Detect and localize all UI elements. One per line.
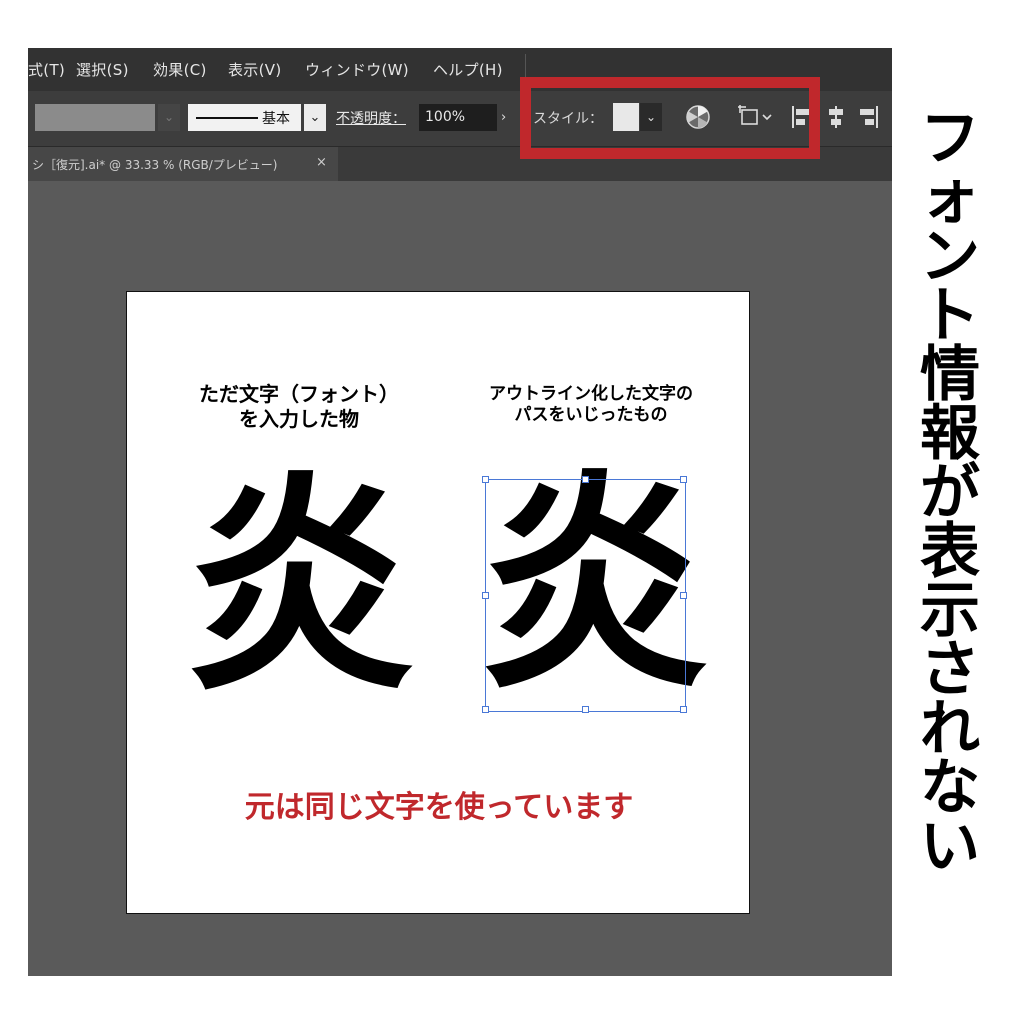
selection-handle-right[interactable] <box>680 592 687 599</box>
menu-item-type[interactable]: 式(T) <box>28 59 65 80</box>
caption-outlined-path: アウトライン化した文字の パスをいじったもの <box>441 384 741 427</box>
selection-handle-bottom-left[interactable] <box>482 706 489 713</box>
selection-handle-top-right[interactable] <box>680 476 687 483</box>
selection-handle-top-left[interactable] <box>482 476 489 483</box>
highlight-annotation-box <box>520 77 820 159</box>
side-title-char: 示 <box>920 576 980 646</box>
opacity-arrow-button[interactable]: › <box>501 104 515 131</box>
side-title-char: い <box>920 812 980 882</box>
caption-original-font: ただ文字（フォント） を入力した物 <box>149 382 449 432</box>
menu-item-help[interactable]: ヘルプ(H) <box>433 59 503 80</box>
side-title-char: が <box>920 458 980 528</box>
opacity-input[interactable]: 100% <box>419 104 497 131</box>
menu-item-window[interactable]: ウィンドウ(W) <box>305 59 409 80</box>
selection-bounding-box[interactable] <box>482 476 687 713</box>
menu-item-select[interactable]: 選択(S) <box>76 59 129 80</box>
caption-line: を入力した物 <box>239 407 359 431</box>
selection-handle-bottom[interactable] <box>582 706 589 713</box>
vertical-side-title: フ ォ ン ト 情 報 が 表 示 さ れ な い <box>900 104 1000 970</box>
artboard: ただ文字（フォント） を入力した物 アウトライン化した文字の パスをいじったもの… <box>126 291 750 914</box>
document-tab[interactable]: シ［復元].ai* @ 33.33 % (RGB/プレビュー) × <box>28 147 338 181</box>
side-title-char: ン <box>920 222 980 292</box>
stroke-profile-label: 基本 <box>262 111 290 127</box>
selection-handle-bottom-right[interactable] <box>680 706 687 713</box>
fill-color-field[interactable] <box>35 104 155 131</box>
side-title-char: フ <box>920 104 980 174</box>
side-title-char: さ <box>920 635 980 705</box>
caption-line: アウトライン化した文字の <box>489 384 693 404</box>
side-title-char: 情 <box>920 340 980 410</box>
align-horizontal-center-icon[interactable] <box>824 104 848 130</box>
side-title-char: 報 <box>920 399 980 469</box>
side-title-char: ォ <box>920 163 980 233</box>
same-character-note: 元は同じ文字を使っています <box>244 790 634 825</box>
side-title-char: れ <box>920 694 980 764</box>
fill-dropdown-button[interactable]: ⌄ <box>158 104 180 131</box>
stroke-profile-select[interactable]: 基本 <box>188 104 301 131</box>
side-title-char: 表 <box>920 517 980 587</box>
caption-line: ただ文字（フォント） <box>199 382 399 406</box>
stroke-preview-line <box>196 117 258 119</box>
align-right-icon[interactable] <box>856 104 880 130</box>
opacity-label[interactable]: 不透明度： <box>336 108 406 128</box>
document-tab-title: シ［復元].ai* @ 33.33 % (RGB/プレビュー) <box>32 158 278 172</box>
side-title-char: な <box>920 753 980 823</box>
caption-line: パスをいじったもの <box>514 405 668 426</box>
selection-handle-left[interactable] <box>482 592 489 599</box>
menu-item-effect[interactable]: 効果(C) <box>153 59 207 80</box>
side-title-char: ト <box>920 281 980 351</box>
kanji-text-original[interactable]: 炎 <box>185 474 415 704</box>
stroke-dropdown-button[interactable]: ⌄ <box>304 104 326 131</box>
menu-item-view[interactable]: 表示(V) <box>228 59 281 80</box>
selection-handle-top[interactable] <box>582 476 589 483</box>
close-icon[interactable]: × <box>316 155 327 170</box>
